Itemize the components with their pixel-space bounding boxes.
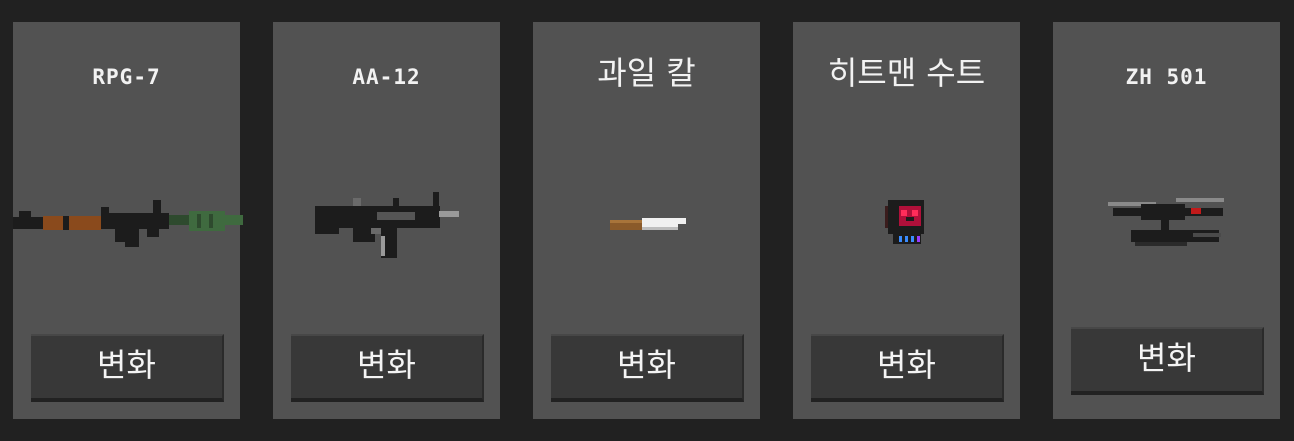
item-card-rpg-7: RPG-7 변화 [13, 22, 243, 419]
item-card-fruit-knife: 과일 칼 변화 [533, 22, 760, 419]
change-button[interactable]: 변화 [291, 334, 484, 402]
change-button[interactable]: 변화 [31, 334, 224, 402]
change-button[interactable]: 변화 [811, 334, 1004, 402]
item-card-zh-501: ZH 501 변화 [1053, 22, 1280, 419]
item-card-aa-12: AA-12 변화 [273, 22, 500, 419]
item-card-hitman-suit: 히트맨 수트 변화 [793, 22, 1020, 419]
change-button[interactable]: 변화 [1071, 327, 1264, 395]
change-button[interactable]: 변화 [551, 334, 744, 402]
